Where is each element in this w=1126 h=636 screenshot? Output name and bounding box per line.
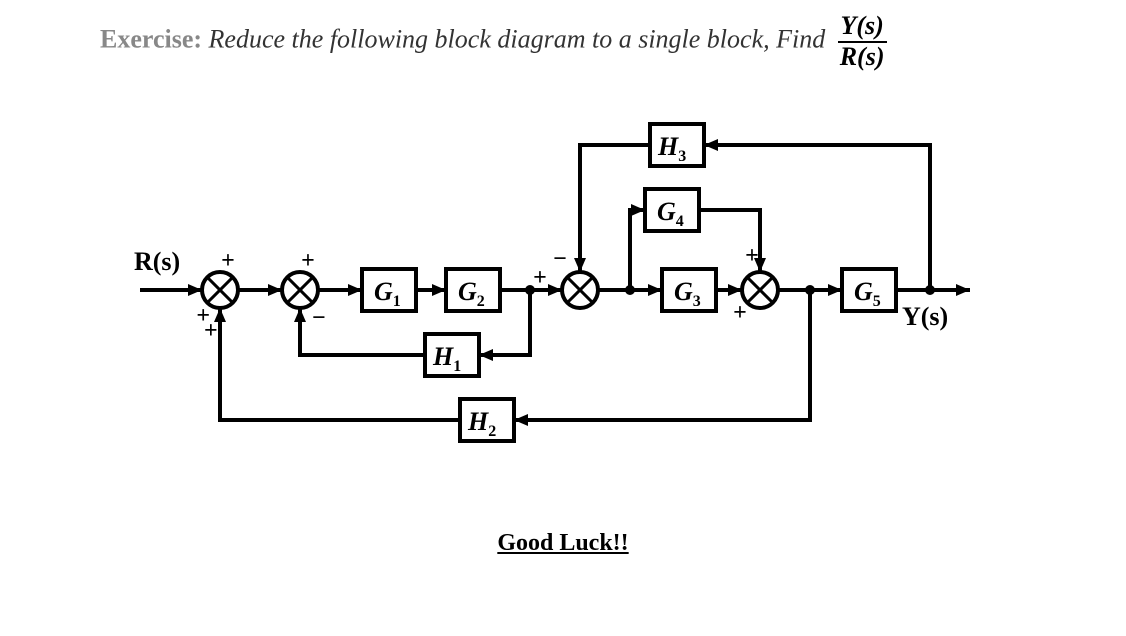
sum4-sign-top: +: [745, 243, 759, 269]
sum2-sign-top: +: [301, 248, 315, 274]
output-label: Y(s): [902, 302, 948, 331]
sum-junction-3: [562, 272, 598, 308]
arrow-input: [188, 284, 202, 296]
transfer-function-fraction: Y(s) R(s): [838, 12, 887, 71]
sum1-sign-top: +: [221, 248, 235, 274]
footer-text: Good Luck!!: [0, 530, 1126, 557]
sum2-sign-bottom: −: [312, 305, 326, 331]
exercise-label: Exercise:: [100, 25, 202, 54]
sum1-sign-bottom2: +: [204, 318, 218, 344]
block-diagram: R(s) + + + − G1 G2: [130, 120, 990, 520]
exercise-prompt: Reduce the following block diagram to a …: [209, 25, 826, 54]
sum4-sign-bottom: +: [733, 300, 747, 326]
fraction-numerator: Y(s): [838, 12, 887, 43]
fraction-denominator: R(s): [838, 43, 887, 72]
exercise-title: Exercise: Reduce the following block dia…: [100, 12, 1030, 71]
sum3-sign-top-left: −: [553, 246, 567, 272]
sum-junction-2: [282, 272, 318, 308]
input-label: R(s): [134, 247, 180, 276]
sum-junction-4: [742, 272, 778, 308]
sum3-sign-left: +: [533, 265, 547, 291]
